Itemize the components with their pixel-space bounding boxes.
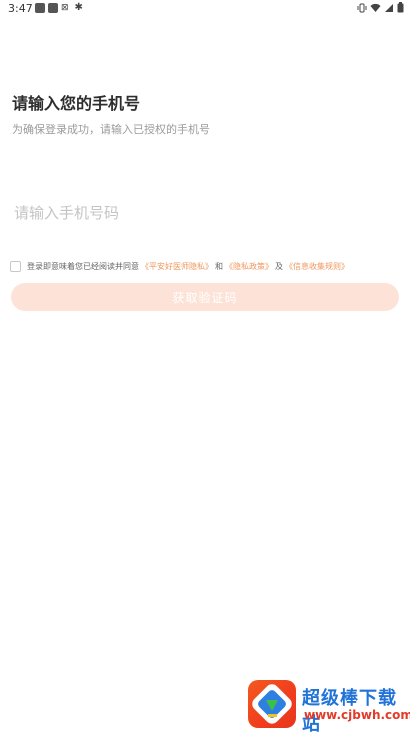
page-subtitle: 为确保登录成功，请输入已授权的手机号 — [12, 123, 210, 136]
watermark-logo-icon — [248, 680, 296, 728]
privacy-policy-link[interactable]: 《隐私政策》 — [225, 261, 273, 272]
bug-icon: ✱ — [74, 2, 83, 13]
agreement-checkbox[interactable] — [10, 261, 21, 272]
page-title: 请输入您的手机号 — [12, 94, 141, 113]
battery-icon — [397, 2, 404, 13]
x-icon: ⊠ — [61, 3, 69, 13]
info-collection-rules-link[interactable]: 《信息收集规则》 — [285, 261, 349, 272]
signal-icon — [385, 3, 393, 12]
status-time: 3:47 — [8, 2, 33, 15]
notification-square-icon — [35, 3, 45, 13]
agreement-and2: 及 — [275, 262, 283, 271]
wifi-icon — [370, 3, 381, 12]
privacy-agreement-link[interactable]: 《平安好医师隐私》 — [141, 261, 213, 272]
watermark: 超级棒下载站 www.cjbwh.com — [248, 678, 410, 735]
status-right-icons — [357, 2, 404, 13]
vibrate-icon — [357, 3, 367, 12]
agreement-prefix: 登录即意味着您已经阅读并同意 — [27, 262, 139, 271]
status-bar: 3:47 ⊠ ✱ — [0, 0, 410, 18]
notification-square-icon — [48, 3, 58, 13]
agreement-and: 和 — [215, 262, 223, 271]
get-verification-code-button[interactable]: 获取验证码 — [11, 283, 399, 311]
phone-number-input[interactable] — [14, 200, 394, 226]
status-left-icons: ⊠ ✱ — [35, 3, 83, 13]
agreement-row: 登录即意味着您已经阅读并同意 《平安好医师隐私》 和 《隐私政策》 及 《信息收… — [10, 261, 406, 272]
watermark-url: www.cjbwh.com — [304, 708, 410, 722]
